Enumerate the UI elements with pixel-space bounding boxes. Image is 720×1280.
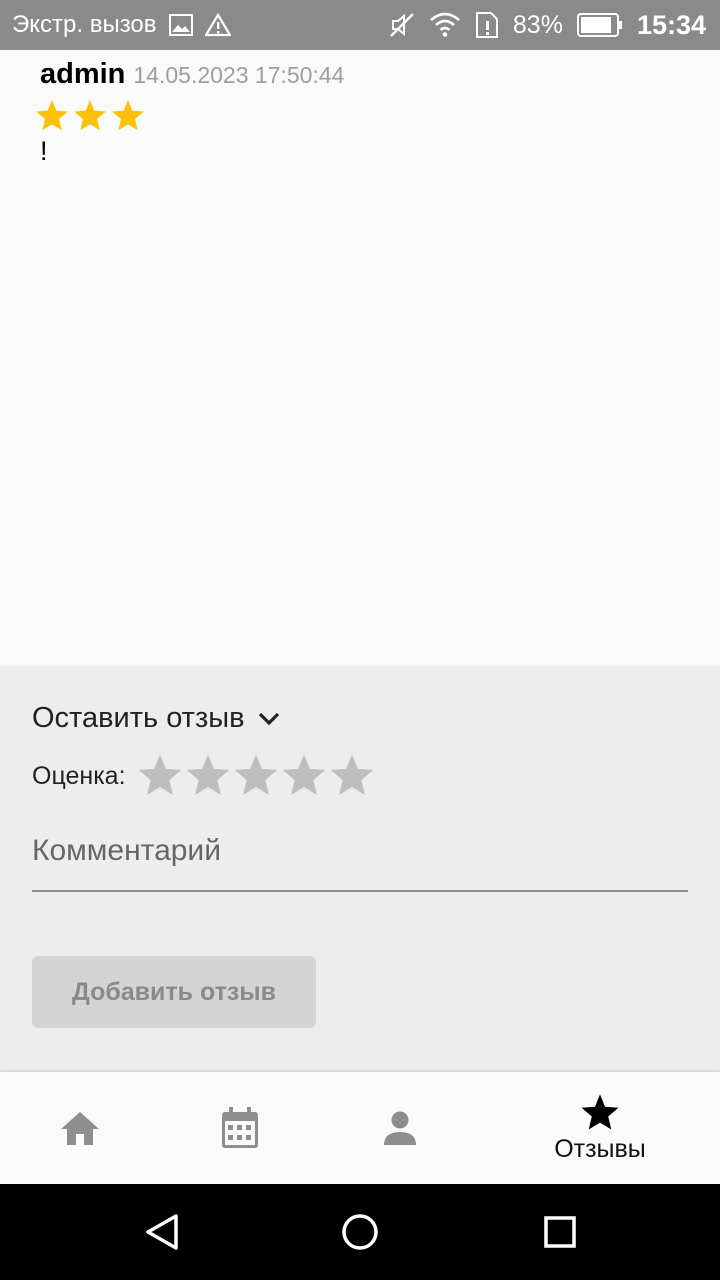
review-form: Оставить отзыв Оценка: Добавить отзыв xyxy=(0,666,720,1072)
wifi-icon xyxy=(429,12,461,38)
mute-icon xyxy=(389,12,415,38)
home-button[interactable] xyxy=(336,1208,384,1256)
carrier-text: Экстр. вызов xyxy=(12,11,157,38)
review-text: ! xyxy=(40,136,48,166)
status-bar: Экстр. вызов 83% 15:34 xyxy=(0,0,720,50)
nav-label-reviews: Отзывы xyxy=(554,1134,646,1163)
calendar-icon xyxy=(221,1107,259,1149)
back-button[interactable] xyxy=(138,1208,186,1256)
home-icon xyxy=(60,1110,100,1146)
person-icon xyxy=(382,1110,418,1146)
square-icon xyxy=(544,1216,576,1248)
nav-item-reviews[interactable]: Отзывы xyxy=(530,1072,670,1184)
rating-star-icon[interactable] xyxy=(184,752,232,800)
review-date: 14.05.2023 17:50:44 xyxy=(133,62,345,88)
star-icon xyxy=(579,1093,621,1133)
nav-item-calendar[interactable] xyxy=(200,1072,280,1184)
chevron-down-icon xyxy=(257,711,281,727)
nav-item-profile[interactable] xyxy=(360,1072,440,1184)
review-author: admin xyxy=(40,58,126,90)
rating-star-icon[interactable] xyxy=(328,752,376,800)
star-filled-icon xyxy=(36,99,68,131)
system-nav-bar xyxy=(0,1184,720,1280)
battery-icon xyxy=(576,13,623,37)
sim-alert-icon xyxy=(475,11,499,39)
rating-label: Оценка: xyxy=(32,761,126,790)
star-filled-icon xyxy=(74,99,106,131)
review-rating xyxy=(34,98,146,134)
comment-field[interactable] xyxy=(32,834,688,892)
review-item: admin 14.05.2023 17:50:44 ! xyxy=(36,58,345,166)
form-toggle[interactable]: Оставить отзыв xyxy=(32,702,281,735)
clock: 15:34 xyxy=(636,9,706,40)
rating-star-icon[interactable] xyxy=(232,752,280,800)
rating-row: Оценка: xyxy=(32,752,376,800)
rating-star-icon[interactable] xyxy=(136,752,184,800)
form-title: Оставить отзыв xyxy=(32,702,245,734)
back-icon xyxy=(146,1214,178,1250)
battery-percent: 83% xyxy=(512,10,563,39)
circle-icon xyxy=(342,1214,378,1250)
star-filled-icon xyxy=(112,99,144,131)
rating-input xyxy=(136,752,376,800)
warning-icon xyxy=(204,13,231,37)
image-icon xyxy=(168,14,193,36)
rating-star-icon[interactable] xyxy=(280,752,328,800)
add-review-button[interactable]: Добавить отзыв xyxy=(32,956,316,1028)
bottom-nav: Отзывы xyxy=(0,1072,720,1184)
nav-item-home[interactable] xyxy=(40,1072,120,1184)
recents-button[interactable] xyxy=(536,1208,584,1256)
